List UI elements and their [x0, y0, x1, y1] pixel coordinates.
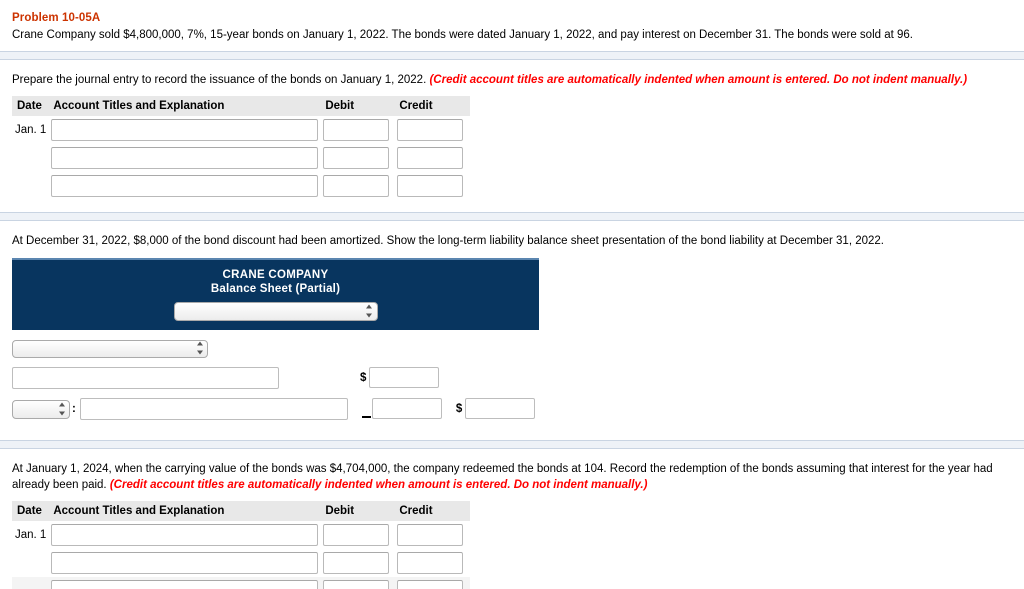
credit-cell	[394, 116, 470, 144]
account-title-input[interactable]	[51, 174, 319, 197]
total-amount-input[interactable]	[465, 398, 536, 420]
account-title-input[interactable]	[51, 552, 319, 575]
account-title-input[interactable]	[51, 118, 319, 141]
table-row: Jan. 1	[12, 116, 470, 144]
table-row	[12, 144, 470, 172]
balance-sheet-account-input[interactable]	[12, 366, 279, 389]
entry-date	[12, 172, 48, 200]
section-divider	[0, 50, 1024, 60]
adjustment-text-input[interactable]	[79, 397, 348, 420]
problem-page: Problem 10-05A Crane Company sold $4,800…	[0, 0, 1024, 589]
adjustment-select[interactable]	[12, 399, 70, 419]
colon-separator: :	[72, 402, 76, 415]
part-a-instruction: Prepare the journal entry to record the …	[12, 72, 1018, 88]
column-header-debit: Debit	[320, 501, 395, 522]
account-cell	[48, 577, 321, 589]
credit-input[interactable]	[397, 524, 464, 547]
category-select[interactable]	[12, 339, 208, 358]
part-c-section: At January 1, 2024, when the carrying va…	[0, 449, 1024, 589]
debit-cell	[320, 521, 394, 549]
entry-date: Jan. 1	[15, 529, 47, 542]
credit-cell	[394, 172, 470, 200]
account-cell	[48, 144, 320, 172]
part-b-instruction: At December 31, 2022, $8,000 of the bond…	[12, 234, 884, 247]
account-cell	[48, 549, 320, 577]
entry-date	[12, 577, 49, 589]
journal-entry-table-a: Date Account Titles and Explanation Debi…	[12, 95, 471, 200]
category-select-wrapper	[12, 339, 208, 358]
column-header-account: Account Titles and Explanation	[48, 501, 321, 522]
account-title-input[interactable]	[51, 580, 319, 589]
column-header-account: Account Titles and Explanation	[48, 95, 321, 116]
column-header-credit: Credit	[394, 501, 471, 522]
column-header-date: Date	[12, 501, 49, 522]
credit-cell	[394, 144, 470, 172]
problem-description: Crane Company sold $4,800,000, 7%, 15-ye…	[12, 29, 913, 41]
statement-company-name: CRANE COMPANY	[222, 268, 329, 281]
journal-entry-table-c: Date Account Titles and Explanation Debi…	[12, 501, 471, 589]
debit-input[interactable]	[323, 552, 390, 575]
adjustment-select-wrapper	[12, 399, 70, 419]
statement-subtitle: Balance Sheet (Partial)	[210, 283, 341, 296]
account-cell	[48, 116, 320, 144]
column-header-debit: Debit	[320, 95, 395, 116]
part-b-section: At December 31, 2022, $8,000 of the bond…	[0, 221, 1024, 440]
column-header-credit: Credit	[394, 95, 471, 116]
section-divider	[0, 439, 1024, 449]
section-divider	[0, 211, 1024, 221]
credit-cell	[394, 549, 470, 577]
problem-statement-section: Problem 10-05A Crane Company sold $4,800…	[0, 0, 1024, 44]
debit-input[interactable]	[323, 174, 390, 197]
statement-header: CRANE COMPANY Balance Sheet (Partial)	[12, 257, 539, 330]
part-a-instruction-text: Prepare the journal entry to record the …	[12, 73, 427, 86]
credit-input[interactable]	[397, 552, 464, 575]
negative-indicator-icon	[361, 415, 371, 418]
statement-date-select[interactable]	[173, 301, 378, 321]
account-cell	[48, 521, 320, 549]
credit-input[interactable]	[397, 174, 464, 197]
balance-sheet-panel: CRANE COMPANY Balance Sheet (Partial) $ …	[12, 257, 1018, 420]
part-c-instruction: At January 1, 2024, when the carrying va…	[12, 461, 1018, 493]
balance-sheet-row-account: $	[12, 366, 1018, 389]
statement-date-select-wrapper	[173, 301, 378, 321]
debit-input[interactable]	[323, 580, 390, 589]
debit-input[interactable]	[323, 146, 390, 169]
adjustment-amount-input[interactable]	[371, 398, 442, 420]
problem-title: Problem 10-05A	[12, 12, 101, 24]
entry-date	[12, 549, 48, 577]
debit-input[interactable]	[323, 524, 390, 547]
table-row	[12, 577, 471, 589]
credit-input[interactable]	[397, 146, 464, 169]
dollar-sign: $	[455, 402, 463, 415]
table-header-row: Date Account Titles and Explanation Debi…	[12, 95, 471, 116]
account-title-input[interactable]	[51, 146, 319, 169]
credit-cell	[394, 577, 471, 589]
table-row: Jan. 1	[12, 521, 470, 549]
part-c-note: (Credit account titles are automatically…	[109, 479, 648, 492]
debit-cell	[320, 144, 394, 172]
credit-input[interactable]	[397, 118, 464, 141]
part-a-section: Prepare the journal entry to record the …	[0, 60, 1024, 212]
debit-input[interactable]	[323, 118, 390, 141]
debit-cell	[320, 577, 395, 589]
column-header-date: Date	[12, 95, 49, 116]
credit-input[interactable]	[397, 580, 464, 589]
entry-date	[12, 144, 48, 172]
balance-sheet-amount-input[interactable]	[369, 367, 440, 389]
account-cell	[48, 172, 320, 200]
balance-sheet-row-adjustment: : $	[12, 397, 1018, 420]
table-header-row: Date Account Titles and Explanation Debi…	[12, 501, 471, 522]
account-title-input[interactable]	[51, 524, 319, 547]
entry-date: Jan. 1	[15, 123, 47, 136]
dollar-sign: $	[360, 371, 367, 384]
credit-cell	[394, 521, 470, 549]
part-a-note: (Credit account titles are automatically…	[429, 73, 968, 86]
table-row	[12, 549, 470, 577]
debit-cell	[320, 549, 394, 577]
table-row	[12, 172, 470, 200]
balance-sheet-row-category	[12, 339, 1018, 358]
debit-cell	[320, 116, 394, 144]
debit-cell	[320, 172, 394, 200]
